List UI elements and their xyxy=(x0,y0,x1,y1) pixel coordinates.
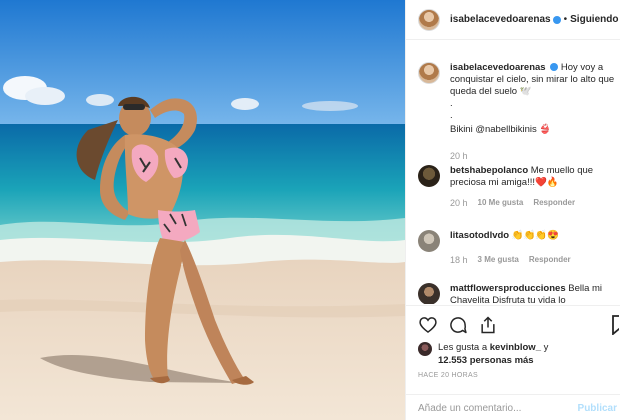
caption-credit: Bikini @nabellbikinis 👙 xyxy=(450,124,552,135)
likes-prefix: Les gusta a xyxy=(438,342,488,353)
comment-icon[interactable] xyxy=(448,315,468,335)
author-username[interactable]: isabelacevedoarenas xyxy=(450,14,551,25)
post-photo[interactable] xyxy=(0,0,405,420)
comment-likes[interactable]: 3 Me gusta xyxy=(478,254,519,266)
commenter-avatar[interactable] xyxy=(418,230,440,252)
heart-icon[interactable] xyxy=(418,315,438,335)
author-avatar[interactable] xyxy=(418,8,440,31)
commenter-username[interactable]: mattflowersproducciones xyxy=(450,283,566,294)
reply-button[interactable]: Responder xyxy=(533,197,575,209)
bookmark-icon[interactable] xyxy=(611,315,619,335)
caption-dot: . xyxy=(450,98,453,109)
follow-status-button[interactable]: Siguiendo xyxy=(570,14,618,25)
commenter-avatar[interactable] xyxy=(418,165,440,187)
separator-dot: • xyxy=(563,14,568,25)
comment-input-placeholder[interactable]: Añade un comentario... xyxy=(418,403,521,414)
caption-comment: isabelacevedoarenas Hoy voy a conquistar… xyxy=(406,62,620,162)
commenter-avatar[interactable] xyxy=(418,283,440,304)
share-icon[interactable] xyxy=(478,315,498,335)
reply-button[interactable]: Responder xyxy=(529,254,571,266)
likes-count[interactable]: 12.553 personas más xyxy=(438,355,534,366)
comment-text: 👏👏👏😍 xyxy=(511,230,560,241)
liker-username[interactable]: kevinblow_ xyxy=(490,342,541,353)
posted-time[interactable]: HACE 20 HORAS xyxy=(418,372,478,379)
commenter-username[interactable]: litasotodlvdo xyxy=(450,230,509,241)
comment-time[interactable]: 18 h xyxy=(450,254,468,266)
comment-time[interactable]: 20 h xyxy=(450,197,468,209)
verified-badge-icon xyxy=(552,15,561,24)
comments-list[interactable]: isabelacevedoarenas Hoy voy a conquistar… xyxy=(406,52,620,304)
commenter-username[interactable]: betshabepolanco xyxy=(450,165,528,176)
verified-badge-icon xyxy=(550,63,559,72)
likes-summary: Les gusta a kevinblow_ y 12.553 personas… xyxy=(418,341,548,367)
post-details-panel: isabelacevedoarenas • Siguiendo isabelac… xyxy=(405,0,620,420)
publish-button[interactable]: Publicar xyxy=(578,403,617,414)
likes-and: y xyxy=(543,342,549,353)
comment-likes[interactable]: 10 Me gusta xyxy=(478,197,524,209)
caption-avatar[interactable] xyxy=(418,62,440,84)
comment-item: betshabepolanco Me muello que preciosa m… xyxy=(406,165,620,209)
caption-time[interactable]: 20 h xyxy=(450,150,468,162)
comment-item: litasotodlvdo 👏👏👏😍 18 h 3 Me gusta Respo… xyxy=(406,230,620,266)
post-actions: Les gusta a kevinblow_ y 12.553 personas… xyxy=(406,305,620,420)
liker-avatar[interactable] xyxy=(418,342,432,356)
comment-input[interactable]: Añade un comentario... Publicar xyxy=(406,394,620,420)
post-header: isabelacevedoarenas • Siguiendo xyxy=(406,0,620,40)
caption-username[interactable]: isabelacevedoarenas xyxy=(450,62,546,73)
comment-item: mattflowersproducciones Bella mi Chaveli… xyxy=(406,283,620,304)
caption-dot: . xyxy=(450,110,453,121)
